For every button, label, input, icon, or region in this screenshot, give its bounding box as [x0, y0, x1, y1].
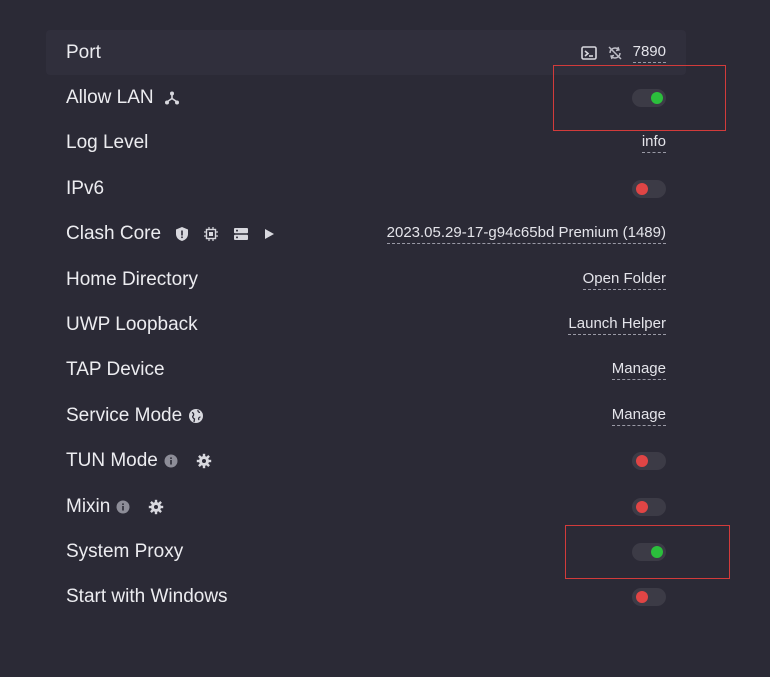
gear-icon[interactable] — [148, 499, 164, 515]
tun-mode-label: TUN Mode — [66, 450, 158, 472]
ipv6-toggle[interactable] — [632, 179, 666, 198]
info-icon[interactable] — [116, 500, 130, 514]
uwp-loopback-label: UWP Loopback — [66, 314, 198, 336]
open-folder-link[interactable]: Open Folder — [582, 270, 666, 290]
highlight-box-allow-lan — [553, 65, 726, 131]
ipv6-label: IPv6 — [66, 177, 105, 199]
info-icon[interactable] — [164, 454, 178, 468]
toggle-knob — [636, 591, 648, 604]
setting-row-home-directory: Home Directory Open Folder — [46, 257, 686, 302]
launch-helper-link[interactable]: Launch Helper — [568, 315, 666, 336]
clash-core-label: Clash Core — [66, 223, 162, 245]
setting-row-uwp-loopback: UWP Loopback Launch Helper — [46, 302, 686, 347]
log-level-label: Log Level — [66, 132, 149, 154]
setting-row-start-with-windows: Start with Windows — [46, 575, 686, 620]
mixin-label: Mixin — [66, 495, 111, 517]
log-level-value[interactable]: info — [641, 133, 666, 154]
play-icon[interactable] — [263, 228, 275, 240]
setting-row-tap-device: TAP Device Manage — [46, 348, 686, 393]
tap-manage-link[interactable]: Manage — [611, 360, 666, 381]
toggle-knob — [636, 500, 648, 513]
allow-lan-label: Allow LAN — [66, 87, 154, 109]
terminal-icon[interactable] — [580, 45, 597, 60]
gear-icon[interactable] — [196, 453, 212, 469]
globe-icon — [188, 408, 204, 424]
port-value[interactable]: 7890 — [632, 43, 666, 63]
toggle-knob — [636, 182, 648, 195]
toggle-knob — [636, 455, 648, 468]
mixin-toggle[interactable] — [632, 497, 666, 516]
start-with-windows-label: Start with Windows — [66, 586, 228, 608]
setting-row-service-mode: Service Mode Manage — [46, 393, 686, 438]
highlight-box-system-proxy — [565, 525, 730, 579]
setting-row-ipv6: IPv6 — [46, 166, 686, 211]
sync-disabled-icon[interactable] — [607, 45, 623, 61]
port-label: Port — [66, 41, 101, 63]
setting-row-tun-mode: TUN Mode — [46, 439, 686, 484]
system-proxy-label: System Proxy — [66, 540, 184, 562]
server-icon[interactable] — [233, 227, 249, 241]
tap-device-label: TAP Device — [66, 359, 165, 381]
tun-mode-toggle[interactable] — [632, 452, 666, 471]
clash-core-version[interactable]: 2023.05.29-17-g94c65bd Premium (1489) — [386, 224, 666, 245]
home-directory-label: Home Directory — [66, 268, 198, 290]
start-with-windows-toggle[interactable] — [632, 588, 666, 607]
setting-row-clash-core: Clash Core 2023.05.29-17-g94c65bd Premiu… — [46, 212, 686, 257]
shield-icon[interactable] — [175, 226, 189, 242]
service-manage-link[interactable]: Manage — [611, 406, 666, 426]
service-mode-label: Service Mode — [66, 404, 183, 426]
chip-icon[interactable] — [203, 226, 219, 242]
network-icon — [164, 90, 180, 106]
setting-row-mixin: Mixin — [46, 484, 686, 529]
